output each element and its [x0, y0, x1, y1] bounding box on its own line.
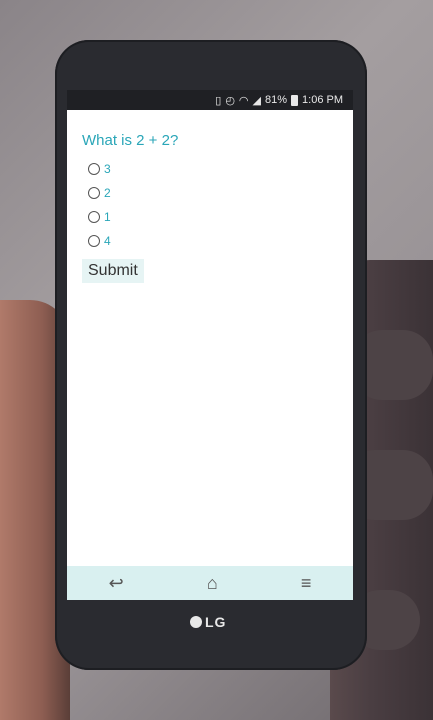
back-icon[interactable]: ↩: [109, 573, 124, 594]
radio-button[interactable]: [88, 211, 100, 223]
brand-logo: LG: [190, 614, 226, 630]
quiz-form: What is 2 + 2? 3 2 1 4 Submit: [82, 132, 342, 283]
submit-button[interactable]: Submit: [82, 259, 144, 283]
quiz-question: What is 2 + 2?: [82, 132, 179, 149]
radio-button[interactable]: [88, 187, 100, 199]
answer-option-1[interactable]: 3: [82, 157, 342, 181]
status-bar: ▯ ◴ ◠ ◢ 81% 1:06 PM: [67, 90, 353, 110]
status-time: 1:06 PM: [302, 94, 343, 106]
navigation-bar: ↩ ⌂ ≡: [67, 566, 353, 600]
option-label: 3: [104, 162, 111, 176]
answer-option-2[interactable]: 2: [82, 181, 342, 205]
menu-icon[interactable]: ≡: [301, 573, 312, 594]
signal-icon: ◢: [252, 94, 261, 107]
battery-percent: 81%: [265, 94, 288, 106]
phone-screen: ▯ ◴ ◠ ◢ 81% 1:06 PM What is 2 + 2? 3 2 1…: [67, 90, 353, 600]
lg-logo-icon: [190, 616, 202, 628]
answer-option-3[interactable]: 1: [82, 205, 342, 229]
radio-button[interactable]: [88, 235, 100, 247]
alarm-icon: ◴: [225, 94, 235, 107]
sim-icon: ▯: [215, 94, 222, 107]
wifi-icon: ◠: [238, 94, 249, 107]
battery-icon: [291, 94, 299, 106]
radio-button[interactable]: [88, 163, 100, 175]
option-label: 1: [104, 210, 111, 224]
option-label: 4: [104, 234, 111, 248]
brand-name: LG: [205, 614, 227, 630]
answer-option-4[interactable]: 4: [82, 229, 342, 253]
option-label: 2: [104, 186, 111, 200]
home-icon[interactable]: ⌂: [207, 573, 218, 594]
